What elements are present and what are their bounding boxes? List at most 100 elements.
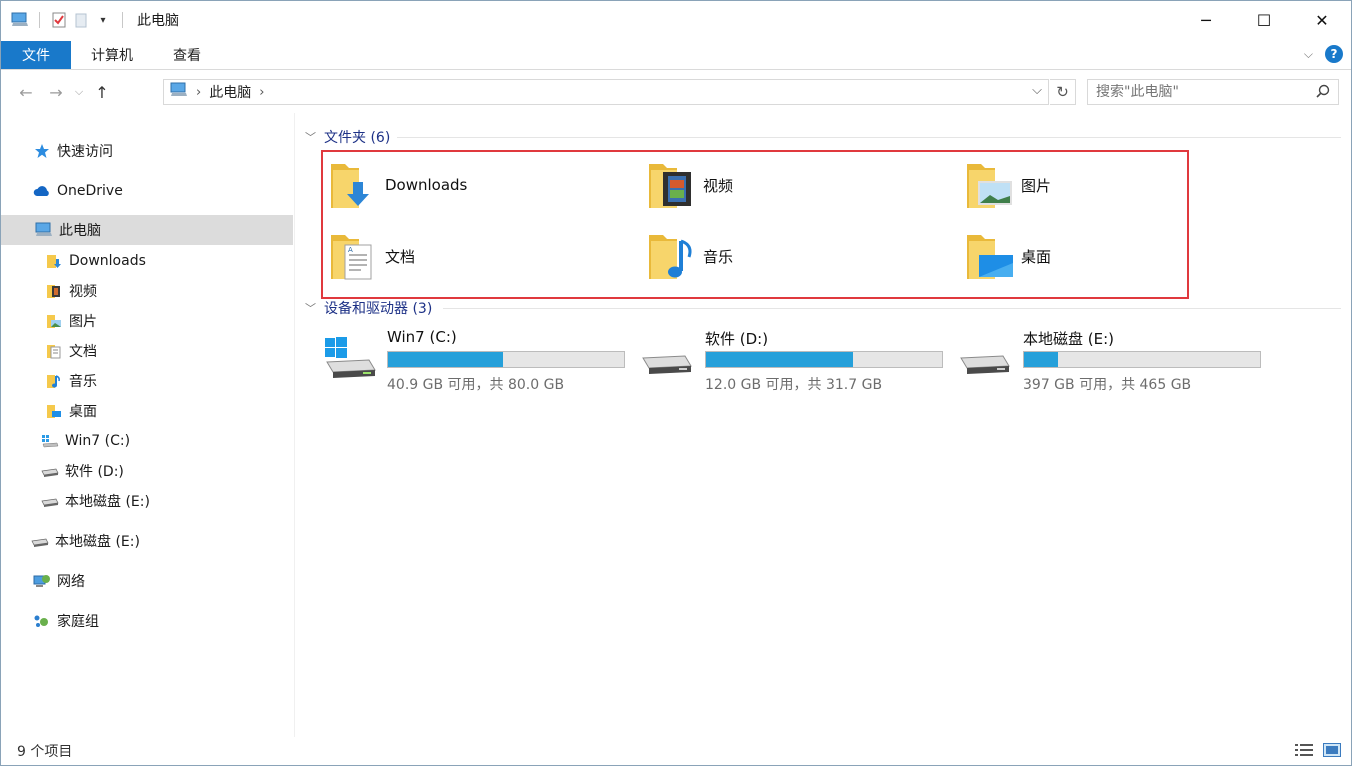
breadcrumb-this-pc[interactable]: 此电脑 bbox=[209, 82, 251, 102]
help-icon[interactable]: ? bbox=[1325, 45, 1343, 63]
computer-icon bbox=[170, 82, 188, 102]
folder-name: Downloads bbox=[385, 176, 468, 194]
forward-arrow-icon[interactable]: → bbox=[41, 83, 71, 102]
folder-name: 音乐 bbox=[703, 247, 734, 266]
desktop-folder-icon bbox=[45, 402, 63, 420]
drive-icon bbox=[41, 462, 59, 480]
folder-tile-videos[interactable]: 视频 bbox=[647, 157, 947, 213]
up-arrow-icon[interactable]: ↑ bbox=[87, 83, 117, 102]
item-count: 9 个项目 bbox=[17, 744, 73, 760]
address-bar[interactable]: › 此电脑 › ⌵ bbox=[163, 79, 1049, 105]
sidebar-item-label: Win7 (C:) bbox=[65, 433, 131, 449]
sidebar-item-this-pc[interactable]: 此电脑 bbox=[1, 215, 293, 245]
downloads-folder-icon bbox=[329, 158, 379, 212]
music-folder-icon bbox=[647, 229, 697, 283]
sidebar-item-label: 软件 (D:) bbox=[65, 464, 124, 480]
navigation-bar: ← → ⌵ ↑ › 此电脑 › ⌵ ↻ bbox=[1, 71, 1351, 113]
window-title: 此电脑 bbox=[137, 13, 179, 29]
sidebar-item-network[interactable]: 网络 bbox=[1, 566, 293, 596]
sidebar-item-drive-e-root[interactable]: 本地磁盘 (E:) bbox=[1, 526, 293, 556]
search-icon[interactable] bbox=[1316, 84, 1330, 102]
folder-tile-pictures[interactable]: 图片 bbox=[965, 157, 1265, 213]
drive-icon bbox=[31, 532, 49, 550]
tab-view[interactable]: 查看 bbox=[153, 41, 221, 69]
music-folder-icon bbox=[45, 372, 63, 390]
collapse-chevron-icon[interactable]: ﹀ bbox=[305, 129, 316, 145]
refresh-button[interactable]: ↻ bbox=[1050, 79, 1076, 105]
drive-icon bbox=[41, 492, 59, 510]
address-dropdown-icon[interactable]: ⌵ bbox=[1032, 83, 1042, 98]
drive-tile-e[interactable]: 本地磁盘 (E:) 397 GB 可用，共 465 GB bbox=[959, 328, 1269, 393]
downloads-folder-icon bbox=[45, 252, 63, 270]
sidebar-item-label: 视频 bbox=[69, 284, 97, 300]
homegroup-icon bbox=[33, 612, 51, 630]
drive-name: 本地磁盘 (E:) bbox=[1023, 330, 1115, 348]
sidebar-item-videos[interactable]: 视频 bbox=[1, 276, 293, 306]
large-icons-view-icon[interactable] bbox=[1323, 743, 1341, 761]
tab-file[interactable]: 文件 bbox=[1, 41, 71, 69]
view-toggle-buttons bbox=[1295, 743, 1341, 761]
collapse-chevron-icon[interactable]: ﹀ bbox=[305, 300, 316, 316]
recent-locations-chevron-icon[interactable]: ⌵ bbox=[71, 85, 87, 99]
ribbon-right-controls: ⌵ ? bbox=[1304, 45, 1343, 63]
drive-icon bbox=[959, 334, 1013, 384]
folders-group-header[interactable]: ﹀ 文件夹 (6) bbox=[305, 127, 390, 147]
sidebar-item-label: 网络 bbox=[57, 574, 85, 590]
details-view-icon[interactable] bbox=[1295, 743, 1313, 761]
folder-tile-music[interactable]: 音乐 bbox=[647, 228, 947, 284]
folder-name: 文档 bbox=[385, 247, 416, 266]
computer-icon bbox=[35, 221, 53, 239]
sidebar-item-drive-c[interactable]: Win7 (C:) bbox=[1, 426, 293, 456]
computer-icon bbox=[11, 11, 29, 29]
drive-usage-fill bbox=[388, 352, 504, 367]
sidebar-item-label: OneDrive bbox=[57, 183, 123, 199]
back-arrow-icon[interactable]: ← bbox=[11, 83, 41, 102]
pictures-folder-icon bbox=[965, 158, 1015, 212]
cloud-icon bbox=[33, 182, 51, 200]
sidebar-item-onedrive[interactable]: OneDrive bbox=[1, 176, 293, 206]
windows-drive-icon bbox=[41, 432, 59, 450]
breadcrumb-chevron-icon[interactable]: › bbox=[196, 85, 201, 100]
sidebar-item-downloads[interactable]: Downloads bbox=[1, 246, 293, 276]
toolbar-separator bbox=[39, 12, 40, 28]
sidebar-item-pictures[interactable]: 图片 bbox=[1, 306, 293, 336]
sidebar-item-music[interactable]: 音乐 bbox=[1, 366, 293, 396]
network-icon bbox=[33, 572, 51, 590]
close-button[interactable]: ✕ bbox=[1293, 1, 1351, 39]
sidebar-item-label: 桌面 bbox=[69, 404, 97, 420]
minimize-button[interactable]: ─ bbox=[1177, 1, 1235, 39]
sidebar-item-label: 音乐 bbox=[69, 374, 97, 390]
drive-tile-c[interactable]: Win7 (C:) 40.9 GB 可用，共 80.0 GB bbox=[323, 328, 633, 393]
breadcrumb-chevron-icon[interactable]: › bbox=[259, 85, 264, 100]
tab-computer[interactable]: 计算机 bbox=[71, 41, 153, 69]
documents-folder-icon: A bbox=[329, 229, 379, 283]
sidebar-item-documents[interactable]: 文档 bbox=[1, 336, 293, 366]
new-folder-icon[interactable] bbox=[72, 11, 90, 29]
folder-tile-downloads[interactable]: Downloads bbox=[329, 157, 629, 213]
star-icon bbox=[33, 142, 51, 160]
customize-toolbar-icon[interactable]: ▾ bbox=[94, 11, 112, 29]
sidebar-item-drive-e[interactable]: 本地磁盘 (E:) bbox=[1, 486, 293, 516]
drive-usage-fill bbox=[706, 352, 853, 367]
search-box[interactable] bbox=[1087, 79, 1339, 105]
sidebar-item-label: 此电脑 bbox=[59, 223, 101, 239]
search-input[interactable] bbox=[1096, 84, 1306, 100]
drive-tile-d[interactable]: 软件 (D:) 12.0 GB 可用，共 31.7 GB bbox=[641, 328, 951, 393]
ribbon-tabs: 文件 计算机 查看 ⌵ ? bbox=[1, 39, 1351, 70]
sidebar-item-homegroup[interactable]: 家庭组 bbox=[1, 606, 293, 636]
properties-icon[interactable] bbox=[50, 11, 68, 29]
group-divider bbox=[397, 137, 1341, 138]
folder-tile-documents[interactable]: A 文档 bbox=[329, 228, 629, 284]
group-header-label: 文件夹 (6) bbox=[324, 130, 391, 146]
maximize-button[interactable]: ☐ bbox=[1235, 1, 1293, 39]
sidebar-item-quick-access[interactable]: 快速访问 bbox=[1, 136, 293, 166]
pictures-folder-icon bbox=[45, 312, 63, 330]
expand-ribbon-icon[interactable]: ⌵ bbox=[1304, 47, 1313, 62]
folder-tile-desktop[interactable]: 桌面 bbox=[965, 228, 1265, 284]
drives-group-header[interactable]: ﹀ 设备和驱动器 (3) bbox=[305, 298, 432, 318]
title-bar: ▾ 此电脑 ─ ☐ ✕ bbox=[1, 1, 1351, 39]
sidebar-item-drive-d[interactable]: 软件 (D:) bbox=[1, 456, 293, 486]
sidebar-item-desktop[interactable]: 桌面 bbox=[1, 396, 293, 426]
desktop-folder-icon bbox=[965, 229, 1015, 283]
drive-free-space: 12.0 GB 可用，共 31.7 GB bbox=[705, 377, 883, 393]
